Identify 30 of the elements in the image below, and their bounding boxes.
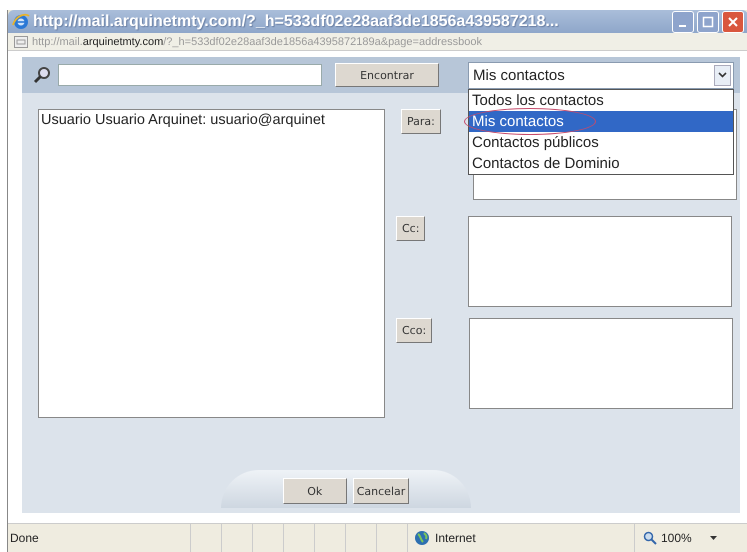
maximize-button[interactable] [697, 10, 719, 32]
contact-item[interactable]: Usuario Usuario Arquinet: usuario@arquinet [39, 110, 384, 130]
dropdown-option[interactable]: Contactos de Dominio [469, 152, 733, 174]
zoom-icon[interactable] [643, 531, 657, 545]
add-recipient-button[interactable]: Para: [401, 109, 441, 134]
dropdown-option[interactable]: Todos los contactos [469, 90, 733, 110]
globe-icon [414, 530, 430, 546]
dropdown-option[interactable]: Contactos públicos [469, 132, 733, 152]
browser-logo-icon [12, 12, 30, 30]
ok-button[interactable]: Ok [282, 478, 347, 504]
search-icon [32, 65, 52, 85]
caret-icon[interactable] [710, 536, 717, 540]
window-title: http://mail.arquinetmty.com/?_h=533df02e28aaf3de1856a439587218... [33, 12, 559, 30]
zone-text: Internet [435, 531, 476, 545]
minimize-button[interactable] [672, 10, 694, 32]
find-button[interactable]: Encontrar [335, 63, 439, 87]
add-recipient-button[interactable]: Cco: [396, 318, 432, 343]
recipient-list[interactable] [468, 216, 732, 307]
contacts-dropdown[interactable]: Mis contactos [468, 62, 734, 88]
add-recipient-button[interactable]: Cc: [396, 216, 426, 241]
cancel-button[interactable]: Cancelar [352, 478, 410, 504]
status-text: Done [9, 531, 40, 545]
page-icon [14, 36, 28, 48]
zoom-level[interactable]: 100% [661, 531, 692, 545]
page-url: http://mail.arquinetmty.com/?_h=533df02e28aaf3de1856a4395872189a&page=addressbook [32, 36, 482, 48]
search-field[interactable] [58, 64, 322, 86]
close-button[interactable] [722, 10, 744, 32]
contacts-list[interactable]: Usuario Usuario Arquinet: usuario@arquinet [38, 109, 385, 418]
minimize-icon [678, 24, 686, 26]
recipient-list[interactable] [469, 318, 734, 409]
